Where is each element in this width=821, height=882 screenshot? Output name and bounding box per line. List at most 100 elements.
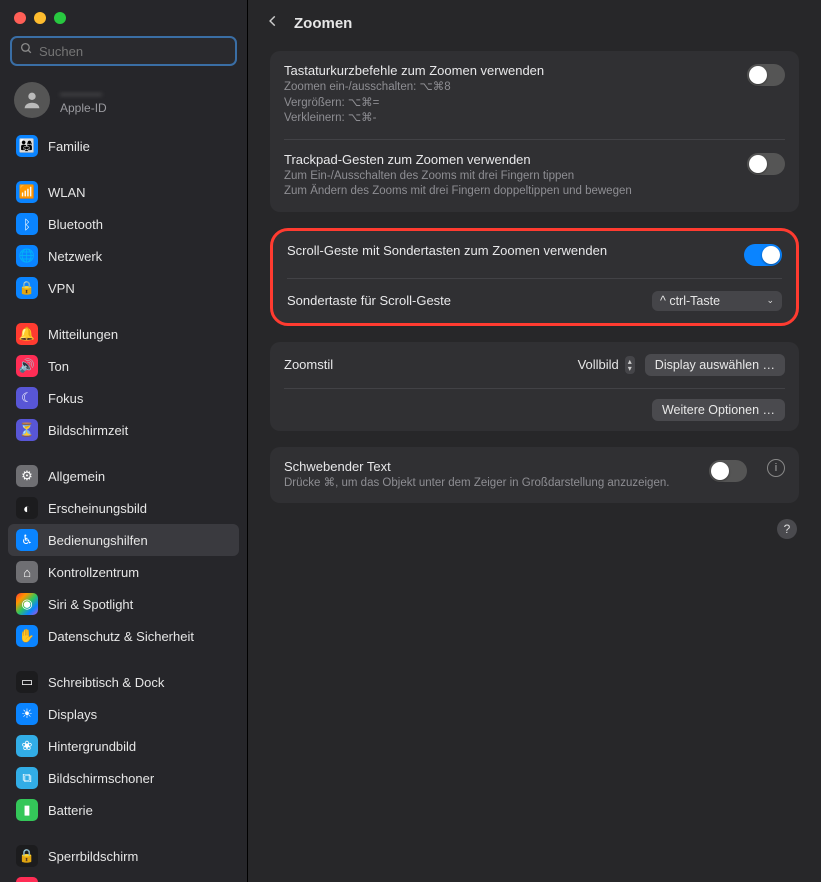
search-icon (20, 42, 33, 60)
search-input[interactable] (39, 44, 227, 59)
zoomstyle-label: Zoomstil (284, 357, 566, 372)
sidebar-item-familie[interactable]: 👨‍👩‍👧Familie (8, 130, 239, 162)
sidebar-item-label: Erscheinungsbild (48, 501, 147, 516)
sidebar-item-fokus[interactable]: ☾ Fokus (8, 382, 239, 414)
sidebar-item-label: VPN (48, 281, 75, 296)
sidebar-icon: 🔊 (16, 355, 38, 377)
sidebar-item-bedienungshilfen[interactable]: ♿︎Bedienungshilfen (8, 524, 239, 556)
sidebar-icon: ⏳ (16, 419, 38, 441)
sidebar-item-bluetooth[interactable]: ᛒBluetooth (8, 208, 239, 240)
sidebar-item-ton[interactable]: 🔊 Ton (8, 350, 239, 382)
minimize-window[interactable] (34, 12, 46, 24)
sidebar-item-siri-spotlight[interactable]: ◉ Siri & Spotlight (8, 588, 239, 620)
sidebar-icon: ♿︎ (16, 529, 38, 551)
sidebar-icon: ☝︎ (16, 877, 38, 882)
sidebar-item-label: Familie (48, 139, 90, 154)
sidebar-icon: ❀ (16, 735, 38, 757)
updown-icon: ▴▾ (625, 356, 635, 374)
sidebar-item-datenschutz-sicherheit[interactable]: ✋ Datenschutz & Sicherheit (8, 620, 239, 652)
sidebar-icon: ▮ (16, 799, 38, 821)
sidebar-item-label: Datenschutz & Sicherheit (48, 629, 194, 644)
modifier-key-value: ^ ctrl-Taste (660, 294, 720, 308)
choose-display-button[interactable]: Display auswählen … (645, 354, 785, 376)
sidebar-item-schreibtisch-dock[interactable]: ▭ Schreibtisch & Dock (8, 666, 239, 698)
modifier-key-select[interactable]: ^ ctrl-Taste ⌄ (652, 291, 782, 311)
sidebar-icon: ✋ (16, 625, 38, 647)
sidebar-icon: ☀︎ (16, 703, 38, 725)
scroll-gesture-toggle[interactable] (744, 244, 782, 266)
sidebar-item-netzwerk[interactable]: 🌐 Netzwerk (8, 240, 239, 272)
sidebar-item-vpn[interactable]: 🔒 VPN (8, 272, 239, 304)
apple-id-row[interactable]: ——— Apple-ID (0, 76, 247, 130)
sidebar-item-label: Hintergrundbild (48, 739, 136, 754)
sidebar-item-label: Bildschirmschoner (48, 771, 154, 786)
more-options-button[interactable]: Weitere Optionen … (652, 399, 785, 421)
sidebar-icon: ◉ (16, 593, 38, 615)
window-controls (0, 0, 247, 30)
header: Zoomen (248, 0, 821, 47)
sidebar-icon: 🌐 (16, 245, 38, 267)
sidebar-icon: 🔔 (16, 323, 38, 345)
sidebar-item-label: WLAN (48, 185, 86, 200)
sidebar-item-batterie[interactable]: ▮ Batterie (8, 794, 239, 826)
sidebar-item-bildschirmschoner[interactable]: ⧉ Bildschirmschoner (8, 762, 239, 794)
scroll-gesture-title: Scroll-Geste mit Sondertasten zum Zoomen… (287, 243, 732, 258)
sidebar-item-label: Batterie (48, 803, 93, 818)
sidebar-icon: ☾ (16, 387, 38, 409)
trackpad-zoom-sub: Zum Ein-/Ausschalten des Zooms mit drei … (284, 169, 735, 200)
sidebar-item-wlan[interactable]: 📶 WLAN (8, 176, 239, 208)
sidebar-icon: ▭ (16, 671, 38, 693)
chevron-down-icon: ⌄ (766, 297, 774, 304)
sidebar-icon: ⌂ (16, 561, 38, 583)
zoomstyle-select[interactable]: Vollbild ▴▾ (578, 356, 635, 374)
kb-zoom-toggle[interactable] (747, 64, 785, 86)
back-button[interactable] (266, 14, 280, 33)
main-panel: Zoomen Tastaturkurzbefehle zum Zoomen ve… (248, 0, 821, 882)
sidebar-item-label: Siri & Spotlight (48, 597, 133, 612)
sidebar-item-label: Sperrbildschirm (48, 849, 138, 864)
close-window[interactable] (14, 12, 26, 24)
sidebar-item-hintergrundbild[interactable]: ❀ Hintergrundbild (8, 730, 239, 762)
sidebar-item-kontrollzentrum[interactable]: ⌂ Kontrollzentrum (8, 556, 239, 588)
modifier-key-label: Sondertaste für Scroll-Geste (287, 293, 640, 308)
sidebar-icon: 🔒 (16, 845, 38, 867)
keyboard-shortcuts-card: Tastaturkurzbefehle zum Zoomen verwenden… (270, 51, 799, 212)
sidebar-item-bildschirmzeit[interactable]: ⏳ Bildschirmzeit (8, 414, 239, 446)
page-title: Zoomen (294, 15, 352, 32)
kb-zoom-title: Tastaturkurzbefehle zum Zoomen verwenden (284, 63, 735, 78)
sidebar-item-label: Schreibtisch & Dock (48, 675, 164, 690)
sidebar-item-sperrbildschirm[interactable]: 🔒 Sperrbildschirm (8, 840, 239, 872)
sidebar-item-touch-id-passwort[interactable]: ☝︎Touch ID & Passwort (8, 872, 239, 882)
sidebar-item-allgemein[interactable]: ⚙︎Allgemein (8, 460, 239, 492)
sidebar-icon: ⧉ (16, 767, 38, 789)
hover-text-sub: Drücke ⌘, um das Objekt unter dem Zeiger… (284, 476, 697, 492)
sidebar-item-displays[interactable]: ☀︎Displays (8, 698, 239, 730)
help-button[interactable]: ? (777, 519, 797, 539)
sidebar-item-label: Ton (48, 359, 69, 374)
info-icon[interactable]: i (767, 459, 785, 477)
sidebar-item-label: Fokus (48, 391, 83, 406)
sidebar-item-mitteilungen[interactable]: 🔔Mitteilungen (8, 318, 239, 350)
scroll-gesture-card-highlighted: Scroll-Geste mit Sondertasten zum Zoomen… (270, 228, 799, 326)
sidebar-nav: 👨‍👩‍👧Familie 📶 WLAN ᛒBluetooth 🌐 Netzwerk 🔒 VPN… (0, 130, 247, 882)
trackpad-zoom-title: Trackpad-Gesten zum Zoomen verwenden (284, 152, 735, 167)
sidebar-item-label: Kontrollzentrum (48, 565, 139, 580)
zoomstyle-value: Vollbild (578, 357, 619, 372)
search-field[interactable] (10, 36, 237, 66)
sidebar-item-label: Netzwerk (48, 249, 102, 264)
user-sub: Apple-ID (60, 101, 107, 115)
sidebar-icon: 🔒 (16, 277, 38, 299)
zoom-window[interactable] (54, 12, 66, 24)
zoomstyle-card: Zoomstil Vollbild ▴▾ Display auswählen …… (270, 342, 799, 431)
kb-zoom-shortcuts: Zoomen ein-/ausschalten: ⌥⌘8Vergrößern: … (284, 80, 735, 127)
sidebar-icon: 📶 (16, 181, 38, 203)
sidebar-icon: ᛒ (16, 213, 38, 235)
sidebar-item-erscheinungsbild[interactable]: ◐Erscheinungsbild (8, 492, 239, 524)
trackpad-zoom-toggle[interactable] (747, 153, 785, 175)
hover-text-toggle[interactable] (709, 460, 747, 482)
user-name: ——— (60, 85, 107, 101)
sidebar-item-label: Bildschirmzeit (48, 423, 128, 438)
avatar (14, 82, 50, 118)
sidebar-item-label: Allgemein (48, 469, 105, 484)
hover-text-card: Schwebender Text Drücke ⌘, um das Objekt… (270, 447, 799, 504)
